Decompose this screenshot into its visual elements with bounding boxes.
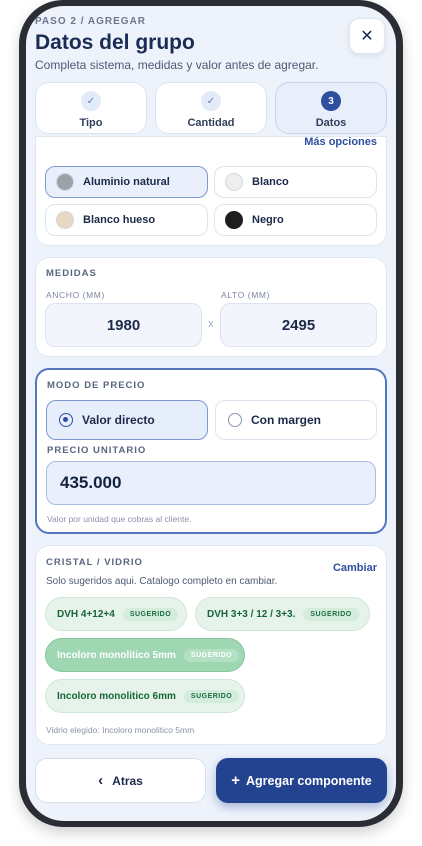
step-label: Datos bbox=[315, 117, 347, 129]
plus-icon: + bbox=[231, 772, 241, 789]
color-swatch bbox=[56, 173, 74, 191]
unit-price-label: PRECIO UNITARIO bbox=[47, 445, 147, 456]
unit-price-input[interactable]: 435.000 bbox=[46, 461, 376, 505]
step-label: Cantidad bbox=[187, 117, 235, 129]
color-card: Más opciones Aluminio natural Blanco Bla… bbox=[35, 136, 387, 246]
suggested-badge: SUGERIDO bbox=[122, 607, 179, 621]
times-separator: x bbox=[208, 318, 214, 330]
page-subtitle: Completa sistema, medidas y valor antes … bbox=[35, 58, 319, 72]
price-mode-label: Valor directo bbox=[82, 413, 155, 427]
glass-chip-selected[interactable]: Incoloro monolitico 5mm SUGERIDO bbox=[45, 638, 245, 672]
step-datos[interactable]: 3 Datos bbox=[275, 82, 387, 134]
glass-chip-label: DVH 3+3 / 12 / 3+3. bbox=[207, 608, 296, 620]
color-option-aluminio[interactable]: Aluminio natural bbox=[45, 166, 208, 198]
height-input[interactable]: 2495 bbox=[220, 303, 377, 347]
check-icon: ✓ bbox=[81, 91, 101, 111]
color-option-negro[interactable]: Negro bbox=[214, 204, 377, 236]
screen: PASO 2 / AGREGAR Datos del grupo Complet… bbox=[26, 6, 396, 821]
suggested-badge: SUGERIDO bbox=[183, 689, 240, 703]
width-input[interactable]: 1980 bbox=[45, 303, 202, 347]
step-number: 3 bbox=[321, 91, 341, 111]
width-label: ANCHO (MM) bbox=[46, 290, 105, 300]
price-mode-margin[interactable]: Con margen bbox=[215, 400, 377, 440]
section-title: CRISTAL / VIDRIO bbox=[46, 557, 143, 568]
unit-price-helper: Valor por unidad que cobras al cliente. bbox=[47, 514, 192, 524]
glass-chip[interactable]: DVH 4+12+4 SUGERIDO bbox=[45, 597, 187, 631]
more-options-link[interactable]: Más opciones bbox=[304, 136, 377, 148]
suggested-badge: SUGERIDO bbox=[303, 607, 359, 621]
measures-card: MEDIDAS ANCHO (MM) 1980 x ALTO (MM) 2495 bbox=[35, 257, 387, 357]
close-button[interactable]: ✕ bbox=[349, 18, 385, 54]
price-mode-direct[interactable]: Valor directo bbox=[46, 400, 208, 440]
close-icon: ✕ bbox=[360, 28, 374, 45]
suggested-badge: SUGERIDO bbox=[183, 648, 240, 662]
color-swatch bbox=[225, 173, 243, 191]
radio-checked-icon bbox=[59, 413, 73, 427]
step-cantidad[interactable]: ✓ Cantidad bbox=[155, 82, 267, 134]
glass-chip-label: Incoloro monolitico 5mm bbox=[57, 649, 176, 661]
color-option-label: Blanco bbox=[252, 176, 289, 188]
price-mode-label: Con margen bbox=[251, 413, 322, 427]
add-component-label: Agregar componente bbox=[246, 773, 372, 788]
chosen-glass: Vidrio elegido: Incoloro monolitico 5mm bbox=[46, 725, 195, 735]
page-title: Datos del grupo bbox=[35, 31, 195, 54]
chevron-left-icon: ‹ bbox=[98, 772, 104, 789]
color-option-blanco[interactable]: Blanco bbox=[214, 166, 377, 198]
color-swatch bbox=[56, 211, 74, 229]
color-option-label: Negro bbox=[252, 214, 284, 226]
add-component-button[interactable]: + Agregar componente bbox=[216, 758, 387, 803]
step-tipo[interactable]: ✓ Tipo bbox=[35, 82, 147, 134]
glass-chip-label: Incoloro monolitico 6mm bbox=[57, 690, 176, 702]
check-icon: ✓ bbox=[201, 91, 221, 111]
change-glass-link[interactable]: Cambiar bbox=[333, 562, 377, 574]
radio-unchecked-icon bbox=[228, 413, 242, 427]
height-label: ALTO (MM) bbox=[221, 290, 270, 300]
section-title: MEDIDAS bbox=[46, 268, 97, 279]
glass-chip[interactable]: Incoloro monolitico 6mm SUGERIDO bbox=[45, 679, 245, 713]
section-title: MODO DE PRECIO bbox=[47, 380, 146, 391]
glass-chip-label: DVH 4+12+4 bbox=[57, 608, 115, 620]
color-swatch bbox=[225, 211, 243, 229]
glass-description: Solo sugeridos aqui. Catalogo completo e… bbox=[46, 576, 278, 587]
color-option-label: Aluminio natural bbox=[83, 176, 170, 188]
color-option-blanco-hueso[interactable]: Blanco hueso bbox=[45, 204, 208, 236]
back-label: Atras bbox=[112, 773, 143, 788]
glass-chip[interactable]: DVH 3+3 / 12 / 3+3. SUGERIDO bbox=[195, 597, 370, 631]
step-label: Tipo bbox=[79, 117, 103, 129]
step-indicator: PASO 2 / AGREGAR bbox=[35, 16, 147, 27]
color-option-label: Blanco hueso bbox=[83, 214, 156, 226]
glass-card: CRISTAL / VIDRIO Cambiar Solo sugeridos … bbox=[35, 545, 387, 745]
back-button[interactable]: ‹ Atras bbox=[35, 758, 206, 803]
price-card: MODO DE PRECIO Valor directo Con margen … bbox=[35, 368, 387, 534]
